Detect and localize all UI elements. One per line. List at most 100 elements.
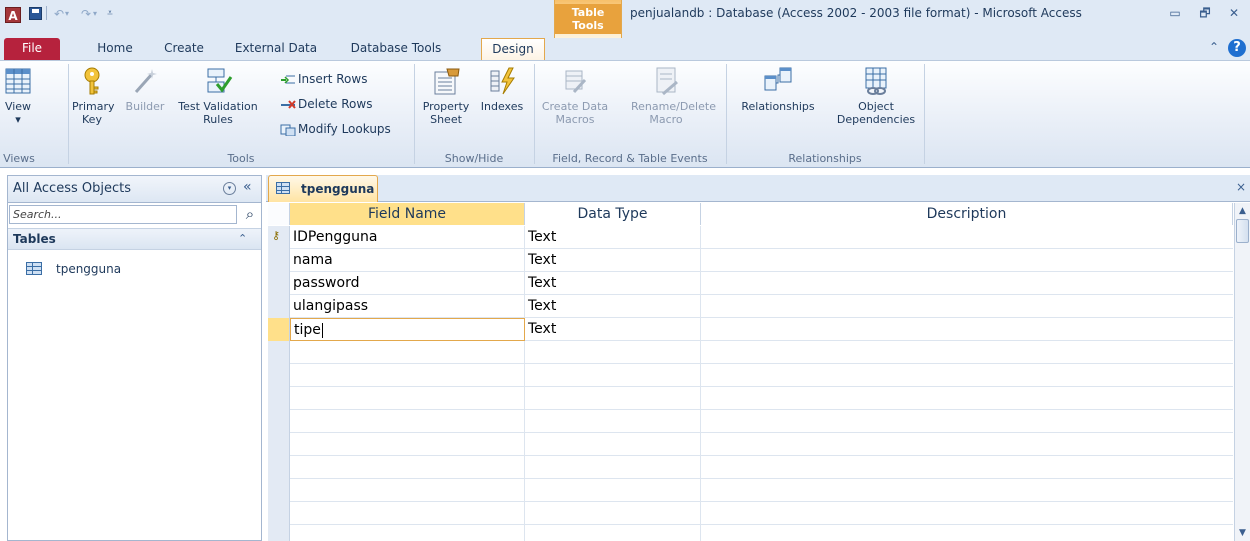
undo-dropdown-icon[interactable]: ▾ bbox=[62, 5, 72, 23]
shutter-bar-collapse-icon[interactable]: « bbox=[243, 179, 252, 195]
insert-rows-button[interactable]: Insert Rows bbox=[280, 70, 367, 88]
data-type-cell[interactable]: Text bbox=[525, 226, 701, 249]
table-row[interactable]: ulangipass Text bbox=[268, 295, 1233, 318]
row-selector[interactable] bbox=[268, 502, 290, 525]
data-type-cell[interactable]: Text bbox=[525, 318, 701, 341]
table-row[interactable]: nama Text bbox=[268, 249, 1233, 272]
data-type-cell[interactable] bbox=[525, 364, 701, 387]
access-app-icon[interactable]: A bbox=[5, 7, 21, 23]
select-all-corner[interactable] bbox=[268, 203, 290, 225]
data-type-cell[interactable] bbox=[525, 341, 701, 364]
column-header-field-name[interactable]: Field Name bbox=[290, 203, 525, 225]
scroll-thumb[interactable] bbox=[1236, 219, 1249, 243]
row-selector[interactable] bbox=[268, 249, 290, 272]
empty-table-row[interactable] bbox=[268, 502, 1233, 525]
data-type-cell[interactable] bbox=[525, 525, 701, 541]
restore-window-icon[interactable]: 🗗 bbox=[1193, 4, 1217, 22]
delete-rows-button[interactable]: Delete Rows bbox=[280, 95, 372, 113]
nav-search-input[interactable] bbox=[9, 205, 237, 224]
property-sheet-button[interactable]: Property Sheet bbox=[418, 66, 474, 126]
field-name-cell[interactable] bbox=[290, 525, 525, 541]
data-type-cell[interactable] bbox=[525, 456, 701, 479]
field-name-cell[interactable] bbox=[290, 502, 525, 525]
description-cell[interactable] bbox=[701, 272, 1233, 295]
row-selector[interactable] bbox=[268, 295, 290, 318]
description-cell[interactable] bbox=[701, 295, 1233, 318]
description-cell[interactable] bbox=[701, 456, 1233, 479]
description-cell[interactable] bbox=[701, 525, 1233, 541]
field-name-cell[interactable] bbox=[290, 433, 525, 456]
empty-table-row[interactable] bbox=[268, 479, 1233, 502]
object-dependencies-button[interactable]: Object Dependencies bbox=[830, 66, 922, 126]
description-cell[interactable] bbox=[701, 410, 1233, 433]
empty-table-row[interactable] bbox=[268, 341, 1233, 364]
data-type-cell[interactable]: Text bbox=[525, 249, 701, 272]
test-validation-rules-button[interactable]: Test Validation Rules bbox=[176, 66, 260, 126]
field-name-cell[interactable] bbox=[290, 341, 525, 364]
minimize-ribbon-icon[interactable]: ⌃ bbox=[1209, 40, 1219, 54]
row-selector[interactable] bbox=[268, 341, 290, 364]
description-cell[interactable] bbox=[701, 364, 1233, 387]
tab-design[interactable]: Design bbox=[481, 38, 545, 60]
close-window-icon[interactable]: ✕ bbox=[1222, 4, 1246, 22]
description-cell[interactable] bbox=[701, 249, 1233, 272]
field-name-cell[interactable]: IDPengguna bbox=[290, 226, 525, 249]
field-name-cell[interactable] bbox=[290, 456, 525, 479]
table-row[interactable]: tipe Text bbox=[268, 318, 1233, 341]
data-type-cell[interactable] bbox=[525, 502, 701, 525]
empty-table-row[interactable] bbox=[268, 525, 1233, 541]
minimize-window-icon[interactable]: ▭ bbox=[1163, 4, 1187, 22]
view-button[interactable]: View ▾ bbox=[2, 66, 34, 126]
column-header-description[interactable]: Description bbox=[701, 203, 1233, 225]
row-selector[interactable] bbox=[268, 525, 290, 541]
row-selector[interactable] bbox=[268, 387, 290, 410]
collapse-group-chevron-icon[interactable]: ⌃ bbox=[238, 232, 247, 245]
row-selector[interactable] bbox=[268, 456, 290, 479]
description-cell[interactable] bbox=[701, 387, 1233, 410]
table-row[interactable]: ⚷ IDPengguna Text bbox=[268, 226, 1233, 249]
tab-database-tools[interactable]: Database Tools bbox=[342, 38, 450, 60]
search-icon[interactable]: ⌕ bbox=[241, 205, 259, 224]
create-data-macros-button[interactable]: Create Data Macros bbox=[540, 66, 610, 126]
data-type-cell[interactable]: Text bbox=[525, 272, 701, 295]
field-name-cell[interactable]: ulangipass bbox=[290, 295, 525, 318]
data-type-cell[interactable] bbox=[525, 433, 701, 456]
empty-table-row[interactable] bbox=[268, 387, 1233, 410]
row-selector[interactable] bbox=[268, 479, 290, 502]
indexes-button[interactable]: Indexes bbox=[476, 66, 528, 113]
description-cell[interactable] bbox=[701, 502, 1233, 525]
tab-home[interactable]: Home bbox=[92, 38, 138, 60]
close-document-icon[interactable]: × bbox=[1236, 180, 1246, 194]
data-type-cell[interactable]: Text bbox=[525, 295, 701, 318]
primary-key-button[interactable]: Primary Key bbox=[72, 66, 115, 126]
field-name-cell[interactable] bbox=[290, 410, 525, 433]
data-type-cell[interactable] bbox=[525, 410, 701, 433]
customize-quick-access-icon[interactable]: ⩡ bbox=[104, 5, 116, 23]
field-name-cell[interactable]: nama bbox=[290, 249, 525, 272]
nav-pane-dropdown-icon[interactable]: ▾ bbox=[223, 182, 236, 195]
empty-table-row[interactable] bbox=[268, 456, 1233, 479]
description-cell[interactable] bbox=[701, 226, 1233, 249]
description-cell[interactable] bbox=[701, 479, 1233, 502]
description-cell[interactable] bbox=[701, 318, 1233, 341]
row-selector[interactable] bbox=[268, 318, 290, 341]
row-selector[interactable] bbox=[268, 364, 290, 387]
table-row[interactable]: password Text bbox=[268, 272, 1233, 295]
data-type-cell[interactable] bbox=[525, 387, 701, 410]
tab-create[interactable]: Create bbox=[160, 38, 208, 60]
data-type-cell[interactable] bbox=[525, 479, 701, 502]
save-icon[interactable] bbox=[27, 5, 43, 23]
rename-delete-macro-button[interactable]: Rename/Delete Macro bbox=[612, 66, 720, 126]
scroll-down-icon[interactable]: ▼ bbox=[1235, 525, 1250, 541]
row-selector[interactable] bbox=[268, 410, 290, 433]
relationships-button[interactable]: Relationships bbox=[730, 66, 826, 113]
help-icon[interactable]: ? bbox=[1228, 39, 1246, 57]
description-cell[interactable] bbox=[701, 341, 1233, 364]
scroll-up-icon[interactable]: ▲ bbox=[1235, 203, 1250, 219]
description-cell[interactable] bbox=[701, 433, 1233, 456]
document-tab-tpengguna[interactable]: tpengguna bbox=[268, 175, 378, 202]
nav-pane-header[interactable]: All Access Objects ▾ « bbox=[8, 176, 261, 203]
nav-item-tpengguna[interactable]: tpengguna bbox=[8, 258, 261, 282]
vertical-scrollbar[interactable]: ▲ ▼ bbox=[1234, 203, 1250, 541]
empty-table-row[interactable] bbox=[268, 364, 1233, 387]
